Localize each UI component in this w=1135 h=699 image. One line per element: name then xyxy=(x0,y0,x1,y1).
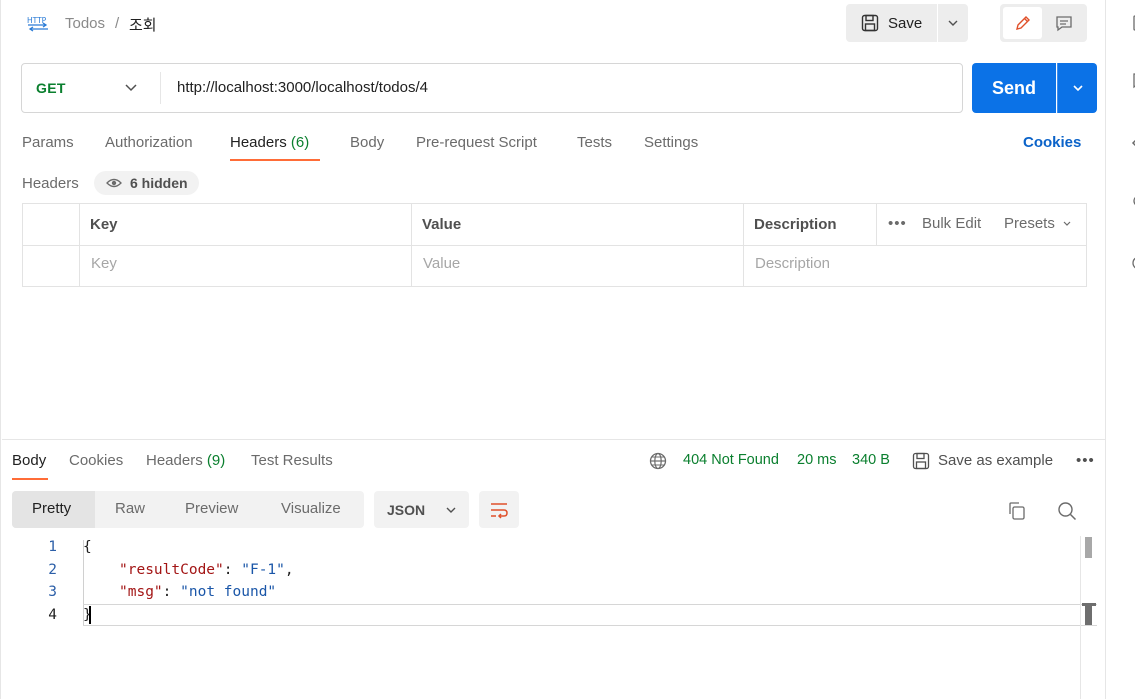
tab-params[interactable]: Params xyxy=(22,134,74,151)
search-icon[interactable] xyxy=(1057,501,1077,521)
format-visualize[interactable]: Visualize xyxy=(281,500,341,517)
globe-icon[interactable] xyxy=(649,452,667,470)
chevron-down-icon xyxy=(1072,85,1083,92)
code-line[interactable]: { xyxy=(83,539,92,555)
description-input[interactable]: Description xyxy=(755,255,830,272)
url-bar xyxy=(21,63,963,113)
wrap-icon xyxy=(491,502,508,519)
eye-icon xyxy=(106,178,122,188)
presets-button[interactable]: Presets xyxy=(1004,215,1055,232)
comments-mode-button[interactable] xyxy=(1044,7,1084,39)
lightbulb-icon[interactable] xyxy=(1126,194,1135,212)
save-button[interactable]: Save xyxy=(846,4,937,42)
send-options-button[interactable] xyxy=(1057,63,1097,113)
active-tab-indicator xyxy=(12,478,48,480)
comments-icon[interactable] xyxy=(1126,72,1135,90)
url-divider xyxy=(160,72,161,104)
column-key: Key xyxy=(90,216,118,233)
save-as-example-button[interactable]: Save as example xyxy=(938,452,1053,469)
tab-headers[interactable]: Headers (6) xyxy=(230,134,309,151)
tab-response-headers[interactable]: Headers (9) xyxy=(146,452,225,469)
tab-response-cookies[interactable]: Cookies xyxy=(69,452,123,469)
column-description: Description xyxy=(754,216,837,233)
line-number: 4 xyxy=(48,607,57,623)
table-divider xyxy=(876,204,877,245)
breadcrumb-separator: / xyxy=(115,15,120,32)
response-time[interactable]: 20 ms xyxy=(797,452,837,468)
comment-icon xyxy=(1056,16,1072,32)
line-number: 2 xyxy=(48,562,57,578)
info-icon[interactable] xyxy=(1126,254,1135,272)
more-options-icon[interactable]: ••• xyxy=(888,215,907,232)
documentation-icon[interactable] xyxy=(1126,14,1135,32)
format-preview[interactable]: Preview xyxy=(185,500,238,517)
hidden-headers-toggle[interactable]: 6 hidden xyxy=(94,171,199,195)
tab-settings[interactable]: Settings xyxy=(644,134,698,151)
current-line-highlight xyxy=(83,604,1097,626)
save-options-button[interactable] xyxy=(938,4,968,42)
chevron-down-icon[interactable] xyxy=(1062,219,1072,229)
request-workspace: HTTP Todos / 조회 Save GET http://localhos… xyxy=(0,0,1106,699)
tab-pre-request-script[interactable]: Pre-request Script xyxy=(416,134,537,151)
column-value: Value xyxy=(422,216,462,233)
wrap-lines-button[interactable] xyxy=(479,491,519,528)
tab-response-body[interactable]: Body xyxy=(12,452,46,469)
method-select[interactable]: GET xyxy=(36,80,66,96)
save-icon xyxy=(861,14,879,32)
response-size[interactable]: 340 B xyxy=(852,452,890,468)
response-divider[interactable] xyxy=(2,439,1106,440)
tab-tests[interactable]: Tests xyxy=(577,134,612,151)
edit-mode-button[interactable] xyxy=(1003,7,1042,39)
value-input[interactable]: Value xyxy=(423,255,460,272)
line-number: 1 xyxy=(48,539,57,555)
code-line[interactable]: "resultCode": "F-1", xyxy=(119,562,294,578)
right-sidebar xyxy=(1105,0,1135,699)
language-label: JSON xyxy=(387,501,426,518)
code-icon[interactable] xyxy=(1126,134,1135,152)
copy-icon[interactable] xyxy=(1007,501,1027,521)
chevron-down-icon[interactable] xyxy=(124,80,138,94)
key-input[interactable]: Key xyxy=(91,255,117,272)
text-cursor xyxy=(89,606,91,624)
hidden-count: 6 hidden xyxy=(130,175,188,191)
chevron-down-icon xyxy=(948,20,958,26)
pencil-icon xyxy=(1015,16,1030,30)
tab-body[interactable]: Body xyxy=(350,134,384,151)
save-label: Save xyxy=(888,14,923,32)
request-name[interactable]: 조회 xyxy=(129,14,157,35)
format-pretty[interactable]: Pretty xyxy=(32,500,71,517)
save-icon[interactable] xyxy=(912,452,930,470)
line-number: 3 xyxy=(48,584,57,600)
breadcrumb-parent[interactable]: Todos xyxy=(65,15,105,32)
table-divider xyxy=(23,245,1086,246)
code-line[interactable]: "msg": "not found" xyxy=(119,584,276,600)
status-code[interactable]: 404 Not Found xyxy=(683,452,779,468)
language-select[interactable]: JSON xyxy=(374,491,469,528)
active-tab-indicator xyxy=(230,159,320,161)
scrollbar-thumb[interactable] xyxy=(1085,537,1092,558)
send-button[interactable]: Send xyxy=(972,63,1056,113)
scrollbar[interactable] xyxy=(1080,536,1081,699)
chevron-down-icon xyxy=(446,507,456,513)
url-input[interactable]: http://localhost:3000/localhost/todos/4 xyxy=(177,79,428,96)
tab-authorization[interactable]: Authorization xyxy=(105,134,193,151)
bulk-edit-button[interactable]: Bulk Edit xyxy=(922,215,981,232)
scrollbar-marker xyxy=(1085,604,1092,625)
more-options-icon[interactable]: ••• xyxy=(1076,452,1095,469)
headers-title: Headers xyxy=(22,175,79,192)
http-icon: HTTP xyxy=(27,16,48,32)
tab-test-results[interactable]: Test Results xyxy=(251,452,333,469)
format-raw[interactable]: Raw xyxy=(115,500,145,517)
cookies-link[interactable]: Cookies xyxy=(1023,134,1081,151)
